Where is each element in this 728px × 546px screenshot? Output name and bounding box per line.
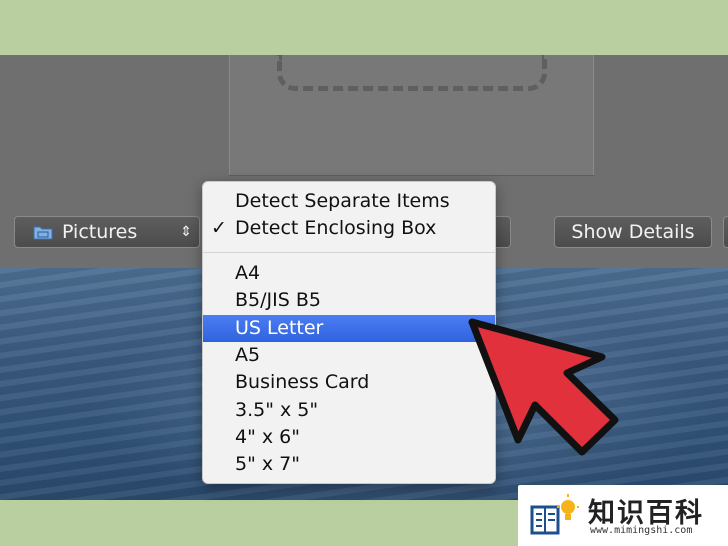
menu-item-label: US Letter [235,317,324,339]
menu-item-label: A5 [235,344,261,366]
show-details-button[interactable]: Show Details [554,216,712,248]
menu-separator [203,252,495,253]
menu-item-label: 4" x 6" [235,426,300,448]
folder-icon [33,226,53,240]
menu-item-label: A4 [235,262,261,284]
menu-item-label: 3.5" x 5" [235,399,319,421]
menu-item-b5-jis-b5[interactable]: B5/JIS B5 [203,287,495,314]
menu-item-a5[interactable]: A5 [203,342,495,369]
watermark-logo: 知识百科 www.mimingshi.com [518,485,728,546]
watermark-url: www.mimingshi.com [590,525,693,536]
menu-item-business-card[interactable]: Business Card [203,369,495,396]
lightbulb-book-icon [530,494,579,535]
menu-item-detect-enclosing-box[interactable]: ✓ Detect Enclosing Box [203,215,495,242]
menu-item-detect-separate-items[interactable]: Detect Separate Items [203,188,495,215]
menu-item-us-letter[interactable]: US Letter [203,315,495,342]
menu-item-label: Detect Enclosing Box [235,217,437,239]
menu-item-label: 5" x 7" [235,453,300,475]
offscreen-button[interactable] [723,216,728,248]
destination-folder-popup[interactable]: Pictures ⇕ [14,216,200,248]
menu-item-3-5x5[interactable]: 3.5" x 5" [203,397,495,424]
destination-folder-label: Pictures [62,221,138,243]
scan-size-menu: Detect Separate Items ✓ Detect Enclosing… [202,181,496,484]
menu-item-a4[interactable]: A4 [203,260,495,287]
enclosing-box-outline [277,55,547,91]
stepper-icon: ⇕ [180,224,192,240]
menu-item-label: Business Card [235,371,370,393]
menu-item-label: Detect Separate Items [235,190,450,212]
menu-item-5x7[interactable]: 5" x 7" [203,451,495,478]
scan-preview-area [229,55,594,175]
menu-item-4x6[interactable]: 4" x 6" [203,424,495,451]
checkmark-icon: ✓ [211,217,227,239]
menu-item-label: B5/JIS B5 [235,289,321,311]
